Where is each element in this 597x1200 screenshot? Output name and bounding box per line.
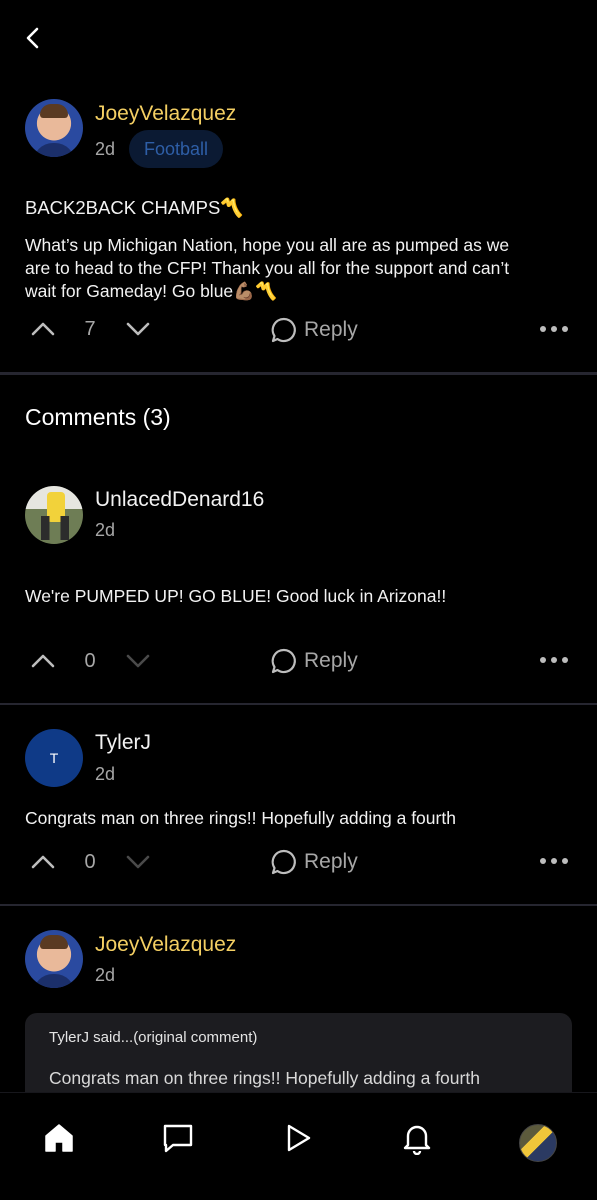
post-detail-screen: JoeyVelazquez 2d Football BACK2BACK CHAM… [0, 0, 597, 1200]
section-divider [0, 372, 597, 375]
comment-divider [0, 703, 597, 705]
more-options-button[interactable] [538, 318, 570, 345]
chevron-up-icon [31, 855, 55, 869]
more-options-button[interactable] [538, 850, 570, 877]
comment-author-name[interactable]: UnlacedDenard16 [95, 488, 264, 512]
chat-icon [163, 1124, 193, 1153]
chevron-down-icon [126, 322, 150, 336]
ellipsis-icon [540, 657, 568, 663]
speech-bubble-icon [271, 849, 296, 875]
reply-label[interactable]: Reply [304, 850, 358, 874]
upvote-button[interactable] [29, 315, 57, 348]
reply-button[interactable] [270, 316, 298, 349]
chevron-down-icon [126, 654, 150, 668]
avatar-initial: T [49, 750, 59, 766]
bell-icon [403, 1125, 431, 1156]
bottom-tab-bar [0, 1092, 597, 1200]
comments-header: Comments (3) [25, 404, 171, 430]
commenter-avatar[interactable] [25, 486, 83, 544]
comment-timestamp: 2d [95, 520, 116, 540]
quote-header: TylerJ said...(original comment) [49, 1029, 258, 1046]
comment-divider [0, 904, 597, 906]
comment-text: Congrats man on three rings!! Hopefully … [25, 808, 456, 828]
post-timestamp: 2d [95, 139, 116, 159]
comment-timestamp: 2d [95, 965, 116, 985]
reply-label[interactable]: Reply [304, 649, 358, 673]
tab-videos[interactable] [281, 1121, 315, 1155]
chevron-up-icon [31, 654, 55, 668]
vote-count: 0 [84, 650, 96, 672]
ellipsis-icon [540, 326, 568, 332]
post-body-line: wait for Gameday! Go blue💪🏽〽️ [25, 281, 277, 301]
vote-count: 0 [84, 851, 96, 873]
post-author-name[interactable]: JoeyVelazquez [95, 102, 236, 126]
post-body-line: What’s up Michigan Nation, hope you all … [25, 235, 510, 255]
chevron-left-icon [26, 27, 39, 49]
home-icon [45, 1124, 73, 1152]
reply-label[interactable]: Reply [304, 318, 358, 342]
chevron-up-icon [31, 322, 55, 336]
more-options-button[interactable] [538, 649, 570, 676]
quote-text: Congrats man on three rings!! Hopefully … [49, 1068, 480, 1088]
upvote-button[interactable] [29, 848, 57, 881]
upvote-button[interactable] [29, 647, 57, 680]
post-category-tag[interactable]: Football [129, 130, 223, 168]
commenter-avatar[interactable] [25, 930, 83, 988]
play-icon [287, 1124, 311, 1152]
speech-bubble-icon [271, 317, 296, 343]
post-title: BACK2BACK CHAMPS〽️ [25, 197, 244, 218]
downvote-button[interactable] [124, 315, 152, 348]
tab-messages[interactable] [161, 1121, 195, 1155]
commenter-avatar[interactable]: T [25, 729, 83, 787]
vote-count: 7 [84, 318, 96, 340]
downvote-button[interactable] [124, 848, 152, 881]
tab-notifications[interactable] [400, 1121, 434, 1156]
downvote-button[interactable] [124, 647, 152, 680]
back-button[interactable] [18, 22, 50, 54]
ellipsis-icon [540, 858, 568, 864]
reply-button[interactable] [270, 848, 298, 881]
tab-home[interactable] [42, 1121, 76, 1155]
comment-text: We're PUMPED UP! GO BLUE! Good luck in A… [25, 586, 447, 606]
comment-author-name[interactable]: JoeyVelazquez [95, 933, 236, 957]
chevron-down-icon [126, 855, 150, 869]
comment-timestamp: 2d [95, 764, 116, 784]
reply-button[interactable] [270, 647, 298, 680]
author-avatar[interactable] [25, 99, 83, 157]
tab-profile-avatar[interactable] [519, 1124, 557, 1162]
comment-author-name[interactable]: TylerJ [95, 731, 151, 755]
speech-bubble-icon [271, 648, 296, 674]
post-body-line: are to head to the CFP! Thank you all fo… [25, 258, 510, 278]
